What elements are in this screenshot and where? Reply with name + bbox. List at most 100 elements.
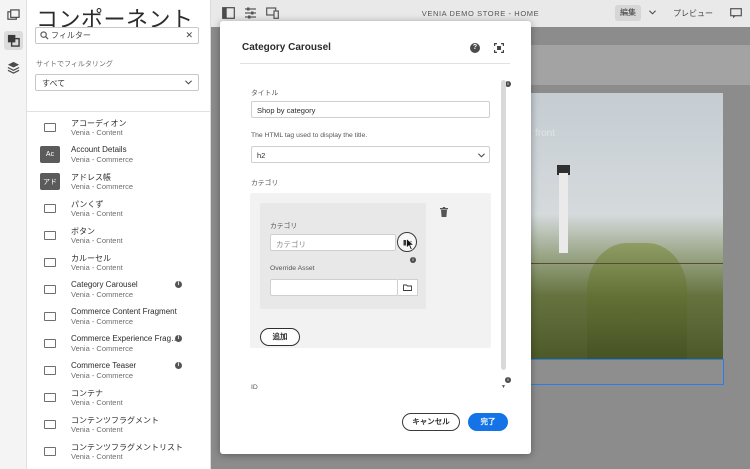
content-tree-icon[interactable] <box>4 58 23 77</box>
info-icon[interactable]: i <box>505 377 511 383</box>
component-group: Venia - Content <box>71 425 123 434</box>
container-icon <box>40 389 60 406</box>
mode-edit-button[interactable]: 編集 <box>615 5 641 21</box>
category-item: カテゴリ カテゴリ i Override Asset <box>260 203 426 309</box>
component-item[interactable]: コンテンツフラグメント Venia - Content <box>27 411 197 438</box>
component-group: Venia - Content <box>71 452 123 461</box>
site-filter-select[interactable]: すべて <box>35 74 199 91</box>
component-item[interactable]: パンくず Venia - Content <box>27 195 197 222</box>
dialog-title: Category Carousel <box>242 42 331 53</box>
experience-fragment-icon <box>40 335 60 352</box>
component-name: Account Details <box>71 145 127 154</box>
category-input[interactable]: カテゴリ <box>270 234 396 251</box>
component-group: Venia - Content <box>71 398 123 407</box>
title-field-label: タイトル <box>251 90 279 97</box>
component-group: Venia - Commerce <box>71 290 134 299</box>
override-asset-input[interactable] <box>270 279 398 296</box>
chevron-down-icon <box>185 80 192 85</box>
category-item-label: カテゴリ <box>270 223 298 230</box>
hero-text: front <box>535 128 556 139</box>
component-group: Venia - Commerce <box>71 344 134 353</box>
component-item[interactable]: カルーセル Venia - Content <box>27 249 197 276</box>
hero-image: front <box>527 93 723 363</box>
component-name: Commerce Experience Fragment <box>71 334 183 343</box>
tag-select[interactable]: h2 <box>251 146 490 163</box>
categories-multifield: カテゴリ カテゴリ i Override Asset 追加 <box>250 193 491 348</box>
id-field-label: ID <box>251 384 258 391</box>
component-item[interactable]: ボタン Venia - Content <box>27 222 197 249</box>
component-item[interactable]: コンテンツフラグメントリスト Venia - Content <box>27 438 197 465</box>
component-item[interactable]: Ac Account Details Venia - Commerce <box>27 141 197 168</box>
component-item[interactable]: Commerce Content Fragment Venia - Commerc… <box>27 303 197 330</box>
canvas-header-strip <box>527 45 750 85</box>
content-fragment-icon <box>40 308 60 325</box>
info-icon[interactable]: i <box>175 362 182 369</box>
component-item[interactable]: アコーディオン Venia - Content <box>27 114 197 141</box>
component-list: アコーディオン Venia - Content Ac Account Details V… <box>27 114 197 465</box>
component-group: Venia - Commerce <box>71 371 134 380</box>
annotations-icon[interactable] <box>730 8 742 19</box>
clear-icon[interactable]: ✕ <box>185 30 193 41</box>
component-group: Venia - Commerce <box>71 155 134 164</box>
component-group: Venia - Commerce <box>71 182 134 191</box>
grass <box>587 243 687 363</box>
fullscreen-icon[interactable] <box>494 43 504 53</box>
site-filter-value: すべて <box>42 79 66 88</box>
delete-icon[interactable] <box>440 207 448 217</box>
lighthouse <box>559 173 568 253</box>
tag-field-label: The HTML tag used to display the title. <box>251 132 368 139</box>
chevron-down-icon <box>478 153 485 158</box>
tag-select-value: h2 <box>257 151 266 160</box>
dialog-scrollbar[interactable] <box>501 80 506 370</box>
component-group: Venia - Commerce <box>71 317 134 326</box>
asset-picker-button[interactable] <box>398 279 418 296</box>
cancel-button[interactable]: キャンセル <box>402 413 460 431</box>
component-group: Venia - Content <box>71 128 123 137</box>
info-icon[interactable]: i <box>410 257 416 263</box>
info-icon[interactable]: i <box>175 281 182 288</box>
categories-label: カテゴリ <box>251 180 279 187</box>
info-icon[interactable]: i <box>175 335 182 342</box>
search-input[interactable] <box>51 29 181 42</box>
search-icon <box>40 31 49 40</box>
component-group: Venia - Content <box>71 236 123 245</box>
done-button[interactable]: 完了 <box>468 413 508 431</box>
side-rail <box>0 0 27 469</box>
content-fragment-icon <box>40 416 60 433</box>
component-search[interactable]: ✕ <box>35 27 199 44</box>
component-name: Commerce Content Fragment <box>71 307 177 316</box>
carousel-icon <box>40 254 60 271</box>
page-title: VENIA DEMO STORE - HOME <box>421 9 540 18</box>
component-group: Venia - Content <box>71 209 123 218</box>
component-group: Venia - Content <box>71 263 123 272</box>
selected-component-outline[interactable] <box>526 359 724 385</box>
component-item[interactable]: Commerce Experience Fragment Venia - Comm… <box>27 330 197 357</box>
component-item[interactable]: コンテナ Venia - Content <box>27 384 197 411</box>
folder-icon <box>403 284 412 291</box>
components-panel: コンポーネント ✕ サイトでフィルタリング すべて アコーディオンVenia -… <box>27 0 211 469</box>
component-name: Commerce Teaser <box>71 361 137 370</box>
help-icon[interactable]: ? <box>470 43 480 53</box>
component-item[interactable]: アド アドレス帳 Venia - Commerce <box>27 168 197 195</box>
content-fragment-list-icon <box>40 443 60 460</box>
site-filter-label: サイトでフィルタリング <box>36 61 113 68</box>
fence <box>527 263 723 264</box>
override-asset-label: Override Asset <box>270 265 315 272</box>
address-book-icon: アド <box>40 173 60 190</box>
category-carousel-dialog: Category Carousel ? タイトル i Shop by categ… <box>220 21 531 454</box>
component-item[interactable]: Commerce Teaser Venia - Commerce i <box>27 357 197 384</box>
dialog-header-divider <box>240 63 510 64</box>
preview-button[interactable]: プレビュー <box>673 8 713 19</box>
accordion-icon <box>40 119 60 136</box>
title-input[interactable]: Shop by category <box>251 101 490 118</box>
mouse-cursor-icon <box>406 238 415 251</box>
components-icon[interactable] <box>4 31 23 50</box>
assets-icon[interactable] <box>4 6 23 25</box>
dialog-body: タイトル i Shop by category The HTML tag use… <box>240 78 520 394</box>
scroll-down-icon[interactable]: ▼ <box>501 384 506 390</box>
add-category-button[interactable]: 追加 <box>260 328 300 346</box>
component-name: Category Carousel <box>71 280 138 289</box>
chevron-down-icon[interactable] <box>649 10 656 15</box>
breadcrumb-icon <box>40 200 60 217</box>
component-item[interactable]: Category Carousel Venia - Commerce i <box>27 276 197 303</box>
